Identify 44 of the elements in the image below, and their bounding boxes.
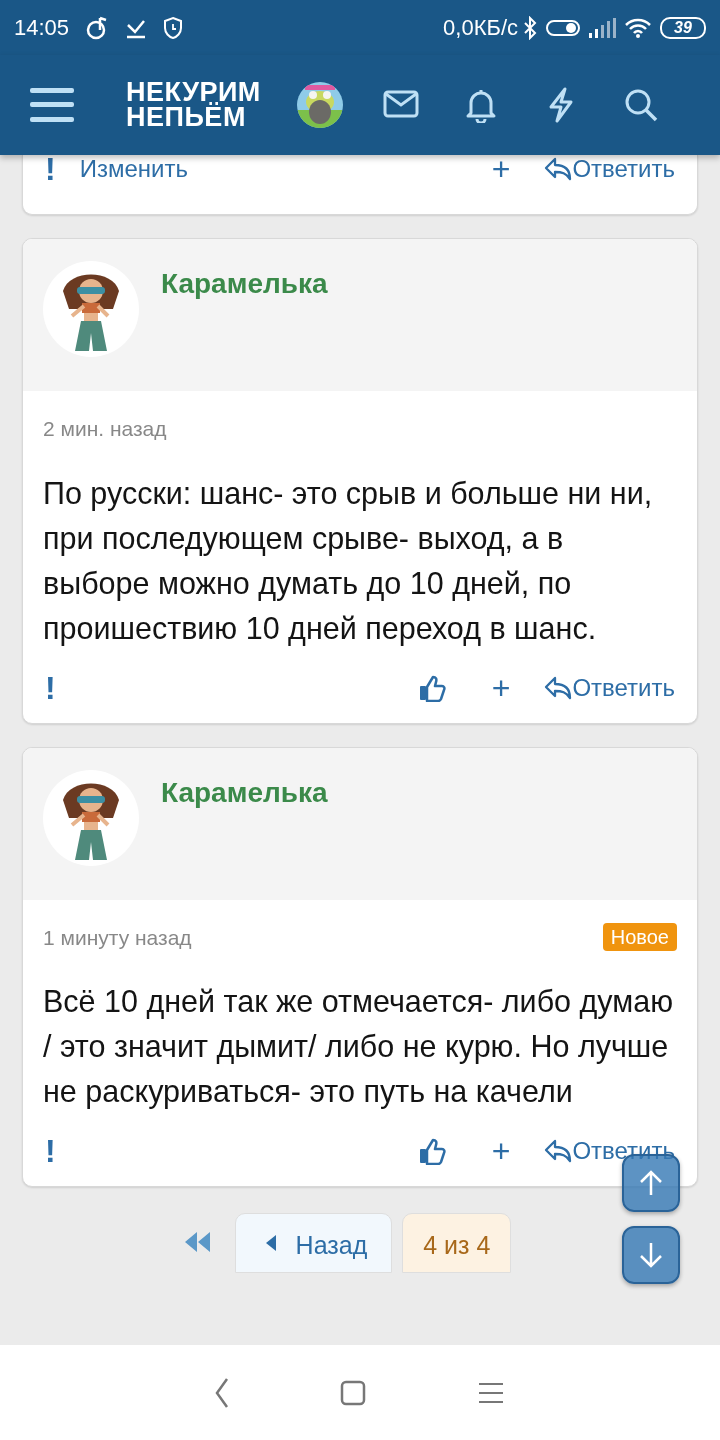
- edit-link[interactable]: Изменить: [79, 157, 188, 181]
- plus-button[interactable]: +: [491, 155, 511, 185]
- report-button[interactable]: !: [45, 671, 56, 704]
- signal-icon: [588, 16, 616, 39]
- caret-left-icon: [265, 1235, 276, 1251]
- new-label: Новое: [602, 923, 677, 952]
- reply-button[interactable]: Ответить: [544, 674, 675, 701]
- like-button[interactable]: [417, 673, 446, 702]
- status-time: 14:05: [14, 14, 70, 42]
- arrow-up-icon: [638, 1169, 664, 1197]
- back-icon: [215, 1376, 229, 1409]
- reply-arrow-icon: [544, 1138, 573, 1164]
- menu-button[interactable]: [30, 87, 74, 123]
- reply-button[interactable]: Ответить: [544, 156, 675, 182]
- wifi-icon: [624, 16, 652, 39]
- back-button[interactable]: [215, 1376, 229, 1409]
- reply-arrow-icon: [544, 674, 573, 701]
- report-button[interactable]: !: [45, 155, 56, 185]
- post-time: 2 мин. назад: [43, 416, 167, 442]
- thumbs-up-icon: [417, 673, 446, 702]
- report-button[interactable]: !: [45, 1135, 56, 1167]
- shield-icon: [163, 15, 184, 40]
- current-page: 4 из 4: [402, 1213, 512, 1273]
- post-text: Всё 10 дней так же отмечается- либо думаю / это значит дымит/ либо не курю. Но лучше не раскуриваться- это путь на качели: [43, 983, 675, 1111]
- bluetooth-icon: [522, 15, 538, 40]
- toggle-icon: [546, 17, 580, 38]
- plus-button[interactable]: +: [491, 1135, 511, 1167]
- battery-indicator: 39: [660, 16, 706, 39]
- thumbs-up-icon: [417, 1137, 446, 1165]
- author-name[interactable]: Карамелька: [161, 775, 328, 810]
- menu-icon: [30, 87, 74, 123]
- site-logo[interactable]: НЕКУРИМ НЕПЬЁМ: [126, 80, 261, 130]
- author-name[interactable]: Карамелька: [161, 267, 328, 301]
- plus-button[interactable]: +: [491, 671, 511, 704]
- user-avatar-button[interactable]: [296, 82, 343, 128]
- arrow-down-icon: [638, 1241, 664, 1269]
- post-time: 1 минуту назад: [43, 924, 192, 951]
- reply-arrow-icon: [544, 156, 573, 182]
- reply-button[interactable]: Ответить: [544, 1138, 675, 1164]
- post-text: По русски: шанс- это срыв и больше ни ни, при последующем срыве- выход, а в выборе можно думать до 10 дней, по проишествию 10 дней переход в шанс.: [43, 474, 654, 648]
- like-button[interactable]: [417, 1137, 446, 1165]
- previous-page-button[interactable]: Назад: [234, 1213, 393, 1273]
- network-speed: 0,0КБ/с: [443, 14, 518, 42]
- scroll-down-button[interactable]: [622, 1226, 680, 1284]
